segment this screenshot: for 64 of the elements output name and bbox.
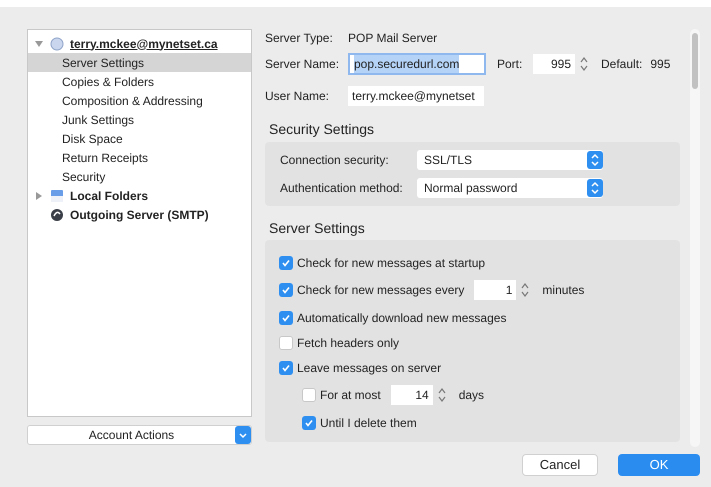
outgoing-server-icon xyxy=(50,208,64,222)
select-field[interactable]: Normal password xyxy=(417,178,603,198)
tree-item[interactable]: Outgoing Server (SMTP) xyxy=(28,205,251,224)
tree-item[interactable]: Copies & Folders xyxy=(28,72,251,91)
checkbox[interactable] xyxy=(302,388,316,402)
scrollbar-thumb[interactable] xyxy=(692,33,698,89)
tree-item[interactable]: Composition & Addressing xyxy=(28,91,251,110)
option-label: Check for new messages at startup xyxy=(297,254,486,272)
account-actions-dropdown[interactable]: Account Actions xyxy=(27,425,252,445)
cancel-button[interactable]: Cancel xyxy=(522,454,598,476)
option-label: For at most xyxy=(320,387,381,404)
default-port-value: 995 xyxy=(650,56,670,73)
globe-icon xyxy=(50,36,64,50)
expand-triangle-icon[interactable] xyxy=(34,190,44,200)
tree-item[interactable]: terry.mckee@mynetset.ca xyxy=(28,34,251,53)
checkbox[interactable] xyxy=(279,310,293,324)
option-label: Automatically download new messages xyxy=(297,310,506,326)
check-icon xyxy=(304,418,314,428)
option-label: Fetch headers only xyxy=(297,334,400,352)
folder-icon xyxy=(50,188,64,202)
checkbox[interactable] xyxy=(279,336,293,350)
number-field[interactable]: 14 xyxy=(390,385,433,405)
field-label: Server Name: xyxy=(265,56,340,73)
check-icon xyxy=(281,362,291,372)
port-field[interactable]: 995 xyxy=(533,54,575,74)
option-label: Leave messages on server xyxy=(297,360,442,376)
field-label: Authentication method: xyxy=(280,180,404,197)
option-label: Check for new messages every xyxy=(297,282,464,299)
checkbox[interactable] xyxy=(279,283,293,297)
chevron-down-icon xyxy=(235,426,251,444)
tree-item[interactable]: Junk Settings xyxy=(28,110,251,129)
field-label: Port: xyxy=(497,56,524,73)
user-name-field[interactable]: terry.mckee@mynetset xyxy=(348,86,484,106)
section-heading: Security Settings xyxy=(268,120,376,139)
check-icon xyxy=(281,258,291,268)
server-name-field[interactable]: pop.securedurl.com xyxy=(348,53,486,75)
tree-item[interactable]: Server Settings xyxy=(28,53,251,72)
field-label: User Name: xyxy=(265,88,330,105)
unit-label: minutes xyxy=(542,282,584,299)
check-icon xyxy=(281,285,291,295)
checkbox[interactable] xyxy=(279,360,293,374)
number-field[interactable]: 1 xyxy=(474,280,516,300)
section-heading: Server Settings xyxy=(268,219,366,238)
unit-label: days xyxy=(458,387,484,404)
select-arrows-icon xyxy=(587,151,603,169)
option-label: Until I delete them xyxy=(320,414,417,432)
checkbox[interactable] xyxy=(279,256,293,270)
stepper-icon[interactable] xyxy=(520,281,530,299)
field-label: Server Type: xyxy=(265,30,334,47)
tree-item[interactable]: Local Folders xyxy=(28,186,251,205)
tree-item[interactable]: Security xyxy=(28,167,251,186)
stepper-icon[interactable] xyxy=(436,386,447,404)
tree-item[interactable]: Return Receipts xyxy=(28,148,251,167)
checkbox[interactable] xyxy=(302,416,316,430)
tree-item[interactable]: Disk Space xyxy=(28,129,251,148)
select-field[interactable]: SSL/TLS xyxy=(417,150,603,170)
scrollbar[interactable] xyxy=(690,29,700,447)
server-type-value: POP Mail Server xyxy=(348,30,438,47)
select-arrows-icon xyxy=(587,179,603,197)
field-label: Connection security: xyxy=(280,152,390,169)
field-label: Default: xyxy=(601,56,642,73)
check-icon xyxy=(281,312,291,322)
collapse-triangle-icon[interactable] xyxy=(34,38,44,48)
stepper-icon[interactable] xyxy=(579,55,589,73)
